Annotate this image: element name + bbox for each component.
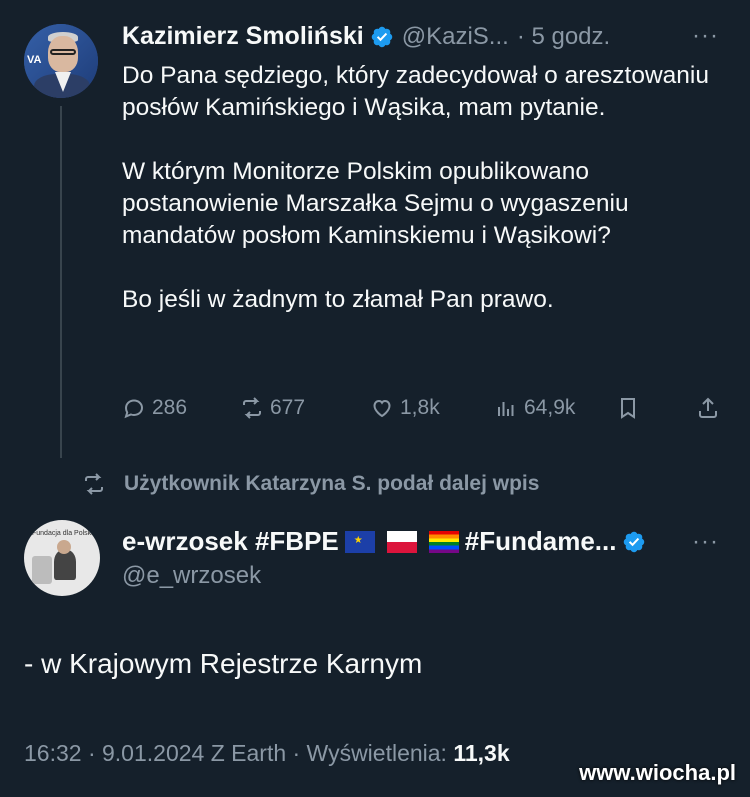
poland-flag-icon	[386, 530, 417, 553]
tweet-actions: 286 677 1,8k 64,9k	[122, 396, 732, 426]
reply-icon	[124, 399, 144, 419]
repost-icon	[85, 473, 103, 495]
heart-icon	[373, 399, 391, 418]
views-count: 11,3k	[453, 740, 510, 766]
repost-notice-text: Użytkownik Katarzyna S. podał dalej wpis	[124, 472, 540, 495]
share-icon	[699, 397, 717, 418]
views-chart-icon	[498, 402, 514, 416]
views-button[interactable]: 64,9k	[494, 396, 575, 420]
verified-badge-icon	[371, 26, 392, 47]
tweet-text: Do Pana sędziego, który zadecydował o ar…	[122, 60, 732, 348]
tweet-text: - w Krajowym Rejestrze Karnym	[24, 648, 423, 679]
more-options-icon[interactable]: ···	[692, 528, 719, 556]
watermark: www.wiocha.pl	[579, 760, 736, 785]
author-avatar[interactable]: Fundacja dla Polski	[24, 520, 100, 596]
repost-icon	[243, 397, 261, 419]
bookmark-icon	[621, 398, 635, 419]
reply-count: 286	[152, 396, 188, 419]
author-handle[interactable]: @e_wrzosek	[122, 562, 261, 590]
thread-line	[60, 106, 62, 458]
tweet-meta: 16:32 · 9.01.2024 Z Earth · Wyświetlenia…	[24, 740, 510, 767]
more-options-icon[interactable]: ···	[692, 22, 719, 50]
tweet-time[interactable]: · 5 godz.	[517, 23, 610, 51]
tweet-header: Kazimierz Smoliński @KaziS... · 5 godz.	[122, 22, 610, 51]
tweet-paragraph: Bo jeśli w żadnym to złamał Pan prawo.	[122, 286, 554, 313]
rainbow-flag-icon	[428, 530, 459, 553]
reply-button[interactable]: 286	[122, 396, 187, 420]
verified-badge-icon	[624, 531, 645, 552]
tweet-paragraph: W którym Monitorze Polskim opublikowano …	[122, 158, 629, 249]
bookmark-button[interactable]	[616, 396, 640, 420]
tweet-paragraph: Do Pana sędziego, który zadecydował o ar…	[122, 62, 709, 121]
repost-count: 677	[270, 396, 306, 419]
share-button[interactable]	[696, 396, 720, 420]
author-name-part[interactable]: #Fundame...	[465, 526, 617, 557]
repost-notice[interactable]: Użytkownik Katarzyna S. podał dalej wpis	[82, 472, 539, 496]
like-button[interactable]: 1,8k	[370, 396, 440, 420]
author-name[interactable]: Kazimierz Smoliński	[122, 22, 364, 51]
author-name-part[interactable]: e-wrzosek #FBPE	[122, 526, 339, 557]
tweet-original: VA Kazimierz Smoliński @KaziS... · 5 god…	[0, 0, 750, 460]
like-count: 1,8k	[400, 396, 440, 419]
views-count: 64,9k	[524, 396, 576, 419]
eu-flag-icon	[344, 530, 375, 553]
author-avatar[interactable]: VA	[24, 24, 98, 98]
avatar-text: Fundacja dla Polski	[32, 530, 93, 537]
author-handle[interactable]: @KaziS...	[402, 23, 509, 51]
tweet-header: e-wrzosek #FBPE #Fundame...	[122, 526, 646, 557]
tweet-timestamp[interactable]: 16:32 · 9.01.2024 Z Earth · Wyświetlenia…	[24, 740, 453, 766]
repost-button[interactable]: 677	[240, 396, 305, 420]
